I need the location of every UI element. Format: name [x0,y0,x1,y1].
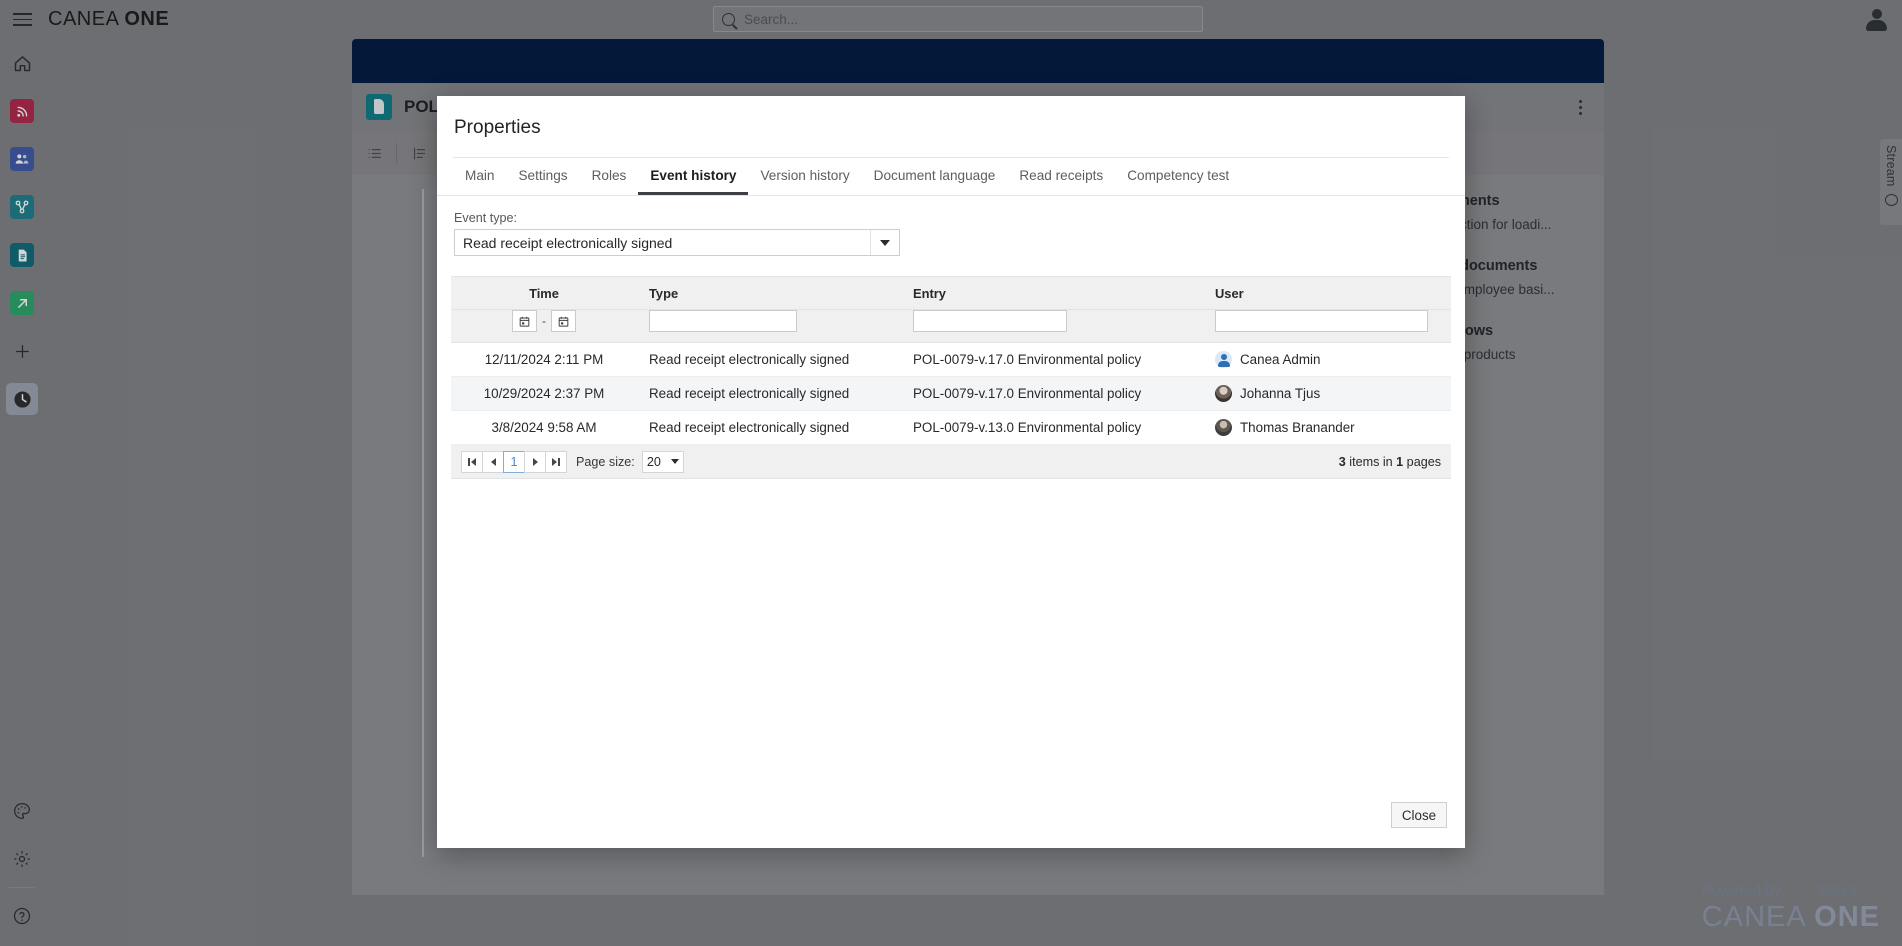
cell-user-name: Thomas Branander [1240,420,1355,435]
time-filter: - [451,310,637,332]
properties-dialog: Properties Main Settings Roles Event his… [437,96,1465,848]
cell-entry: POL-0079-v.13.0 Environmental policy [913,420,1142,435]
page-next-icon[interactable] [524,450,546,473]
avatar [1215,419,1232,436]
tab-settings[interactable]: Settings [506,160,579,195]
grid-pager: 1 Page size: 20 3 items in 1 pages [451,445,1451,479]
column-header-time[interactable]: Time [451,277,637,309]
cell-type: Read receipt electronically signed [649,352,850,367]
tab-event-history[interactable]: Event history [638,160,749,195]
calendar-icon[interactable] [551,310,576,332]
avatar [1215,385,1232,402]
type-filter-input[interactable] [649,310,797,332]
chevron-down-icon [870,230,899,255]
table-row[interactable]: 10/29/2024 2:37 PM Read receipt electron… [451,377,1451,411]
dialog-title: Properties [454,117,541,138]
table-row[interactable]: 12/11/2024 2:11 PM Read receipt electron… [451,343,1451,377]
cell-entry: POL-0079-v.17.0 Environmental policy [913,352,1142,367]
tab-roles[interactable]: Roles [580,160,639,195]
pager-info: 3 items in 1 pages [1339,455,1441,469]
user-filter-input[interactable] [1215,310,1428,332]
grid-filter-row: - [451,310,1451,343]
event-history-grid: Time Type Entry User - 12/11/2024 2:11 P… [451,276,1451,479]
cell-time: 12/11/2024 2:11 PM [484,352,604,367]
dialog-tabs: Main Settings Roles Event history Versio… [437,158,1465,196]
pager-info-mid: items in [1345,454,1397,469]
page-size-label: Page size: [576,454,635,469]
cell-user: Thomas Branander [1203,419,1449,436]
column-header-user[interactable]: User [1203,277,1449,309]
column-header-entry[interactable]: Entry [901,277,1203,309]
event-type-label: Event type: [454,211,518,225]
page-size-value: 20 [646,454,661,469]
page-last-icon[interactable] [545,450,567,473]
tab-version-history[interactable]: Version history [748,160,861,195]
event-type-value: Read receipt electronically signed [463,234,673,251]
close-button[interactable]: Close [1391,802,1447,828]
page-number-1[interactable]: 1 [503,450,525,473]
pager-item-count: 3 [1338,454,1346,469]
event-type-select[interactable]: Read receipt electronically signed [454,229,900,256]
avatar [1215,351,1232,368]
cell-user-name: Johanna Tjus [1240,386,1321,401]
tab-competency-test[interactable]: Competency test [1115,160,1241,195]
page-prev-icon[interactable] [482,450,504,473]
cell-time: 3/8/2024 9:58 AM [491,420,597,435]
cell-time: 10/29/2024 2:37 PM [483,386,605,401]
cell-type: Read receipt electronically signed [649,386,850,401]
tab-document-language[interactable]: Document language [862,160,1008,195]
tab-main[interactable]: Main [453,160,506,195]
cell-user: Johanna Tjus [1203,385,1449,402]
page-size-select[interactable]: 20 [641,450,684,473]
table-row[interactable]: 3/8/2024 9:58 AM Read receipt electronic… [451,411,1451,445]
cell-user: Canea Admin [1203,351,1449,368]
cell-entry: POL-0079-v.17.0 Environmental policy [913,386,1142,401]
pager-info-end: pages [1403,454,1441,469]
cell-type: Read receipt electronically signed [649,420,850,435]
grid-header-row: Time Type Entry User [451,277,1451,310]
page-first-icon[interactable] [461,450,483,473]
time-range-separator: - [542,314,546,328]
column-header-type[interactable]: Type [637,277,901,309]
entry-filter-input[interactable] [913,310,1067,332]
calendar-icon[interactable] [512,310,537,332]
cell-user-name: Canea Admin [1240,352,1321,367]
chevron-down-icon [670,459,679,464]
tab-read-receipts[interactable]: Read receipts [1007,160,1115,195]
